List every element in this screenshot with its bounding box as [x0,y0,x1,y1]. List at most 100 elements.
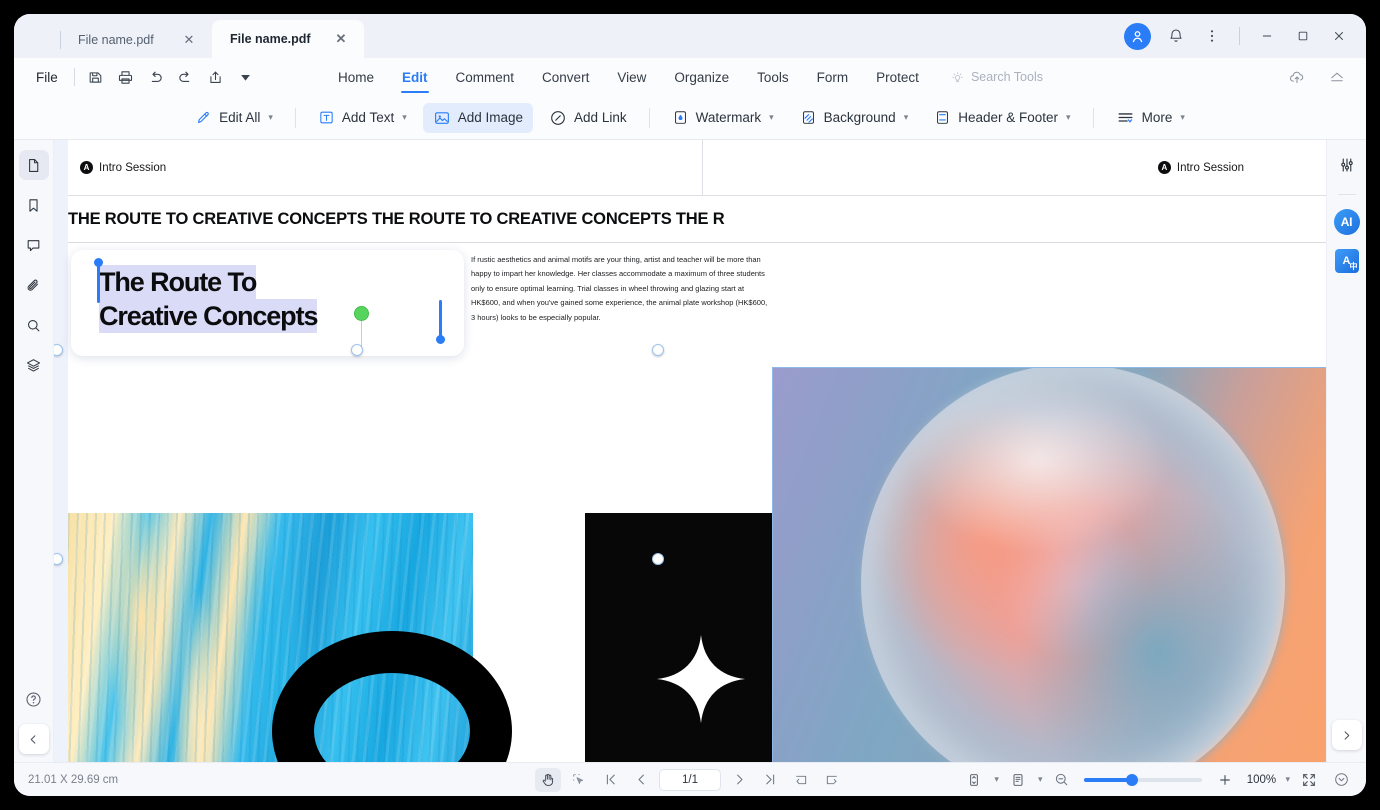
page-number-input[interactable]: 1/1 [659,768,721,791]
sidebar-item-comments[interactable] [19,230,49,260]
sidebar-item-thumbnails[interactable] [18,150,49,180]
editable-text-box[interactable]: The Route To Creative Concepts [71,250,464,356]
sidebar-item-bookmarks[interactable] [19,190,49,220]
page-layout-button[interactable] [1005,768,1031,792]
selected-text[interactable]: The Route To Creative Concepts [99,265,318,333]
comment-icon [27,239,40,251]
document-tab-2[interactable]: File name.pdf ✕ [212,20,364,58]
maximize-button[interactable] [1286,20,1320,52]
menu-view[interactable]: View [616,67,647,88]
zoom-out-icon [1055,773,1068,786]
chevron-down-icon[interactable]: ▾ [904,112,909,123]
menu-tools[interactable]: Tools [756,67,790,88]
sidebar-item-search[interactable] [19,310,49,340]
zoom-in-button[interactable] [1212,768,1238,792]
document-tab-1[interactable]: File name.pdf ✕ [60,22,212,58]
sparkle-star-icon [656,634,746,724]
status-bar: 21.01 X 29.69 cm 1/1 ▾ ▾ 100% ▾ [14,762,1366,796]
chevron-down-icon[interactable]: ▾ [1066,112,1071,123]
chevron-down-icon[interactable]: ▾ [769,112,774,123]
chevron-down-icon[interactable]: ▾ [402,112,407,123]
selection-start-handle[interactable] [94,258,103,267]
first-page-button[interactable] [597,768,623,792]
rotate-handle[interactable] [354,306,369,321]
last-page-button[interactable] [757,768,783,792]
add-image-button[interactable]: Add Image [422,102,534,133]
selection-end-handle[interactable] [436,335,445,344]
quick-access-dropdown-icon[interactable] [231,63,261,91]
tab-close-icon[interactable]: ✕ [180,31,198,49]
header-footer-button[interactable]: Header & Footer ▾ [924,103,1080,133]
crop-page-button[interactable] [819,768,845,792]
help-button[interactable] [19,684,49,714]
more-button[interactable]: More ▾ [1106,103,1195,133]
menu-convert[interactable]: Convert [541,67,590,88]
menu-form[interactable]: Form [816,67,850,88]
add-text-button[interactable]: Add Text ▾ [308,103,417,133]
translate-button[interactable]: A 中 [1334,249,1359,273]
sidebar-item-attachments[interactable] [19,270,49,300]
document-canvas[interactable]: A Intro Session A Intro Session THE ROUT… [54,140,1326,762]
collapse-sidebar-button[interactable] [18,724,49,754]
print-icon[interactable] [111,63,141,91]
menu-comment[interactable]: Comment [455,67,516,88]
tab-close-icon[interactable]: ✕ [332,30,350,48]
zoom-slider-fill [1084,777,1133,782]
collapse-ribbon-icon[interactable] [1322,63,1352,91]
zoom-out-button[interactable] [1048,768,1074,792]
edit-all-button[interactable]: Edit All ▾ [185,103,283,133]
page-icon [29,158,39,172]
zoom-slider-knob[interactable] [1126,773,1139,786]
prev-page-button[interactable] [628,768,654,792]
chevron-down-icon[interactable]: ▾ [268,112,273,123]
background-button[interactable]: Background ▾ [790,103,919,133]
hand-tool-button[interactable] [535,767,561,792]
placed-image-selected[interactable] [772,367,1326,762]
cloud-upload-icon[interactable] [1282,63,1312,91]
more-options-button[interactable] [1328,768,1354,792]
properties-panel-button[interactable] [1332,150,1362,180]
selection-end-bar[interactable] [439,300,442,338]
kebab-menu-icon[interactable] [1195,20,1229,52]
fit-page-button[interactable] [788,768,814,792]
menu-protect[interactable]: Protect [875,67,920,88]
sidebar-item-layers[interactable] [19,350,49,380]
close-button[interactable] [1322,20,1356,52]
zoom-level-label[interactable]: 100% [1244,774,1278,786]
resize-handle-middle-right[interactable] [652,553,664,565]
ribbon-label: Add Text [341,110,395,125]
resize-handle-top-left[interactable] [54,344,63,356]
account-avatar[interactable] [1124,22,1151,50]
chevron-down-icon[interactable]: ▾ [1180,112,1185,123]
watermark-button[interactable]: Watermark ▾ [662,103,784,133]
scroll-mode-button[interactable] [961,768,987,792]
search-tools[interactable]: Search Tools [950,70,1043,85]
scroll-mode-caret-icon[interactable]: ▾ [994,774,999,785]
menu-edit[interactable]: Edit [401,67,429,93]
save-icon[interactable] [81,63,111,91]
window-controls [1124,14,1356,58]
ai-assistant-button[interactable]: AI [1333,209,1360,235]
next-page-button[interactable] [726,768,752,792]
undo-icon[interactable] [141,63,171,91]
file-menu[interactable]: File [28,70,68,85]
menu-organize[interactable]: Organize [673,67,730,88]
resize-handle-top-center[interactable] [351,344,363,356]
selection-start-bar[interactable] [97,265,100,303]
zoom-caret-icon[interactable]: ▾ [1285,774,1290,785]
ribbon-label: Watermark [695,110,762,125]
minimize-button[interactable] [1250,20,1284,52]
share-icon[interactable] [201,63,231,91]
expand-right-panel-button[interactable] [1331,720,1362,750]
page-layout-caret-icon[interactable]: ▾ [1038,774,1043,785]
resize-handle-top-right[interactable] [652,344,664,356]
add-link-button[interactable]: Add Link [539,103,637,133]
redo-icon[interactable] [171,63,201,91]
chip-label: Intro Session [1176,161,1244,174]
zoom-slider[interactable] [1084,773,1203,786]
menu-home[interactable]: Home [337,67,375,88]
notifications-bell-icon[interactable] [1159,20,1193,52]
select-tool-button[interactable] [566,768,592,792]
resize-handle-middle-left[interactable] [54,553,63,565]
fullscreen-button[interactable] [1296,768,1322,792]
